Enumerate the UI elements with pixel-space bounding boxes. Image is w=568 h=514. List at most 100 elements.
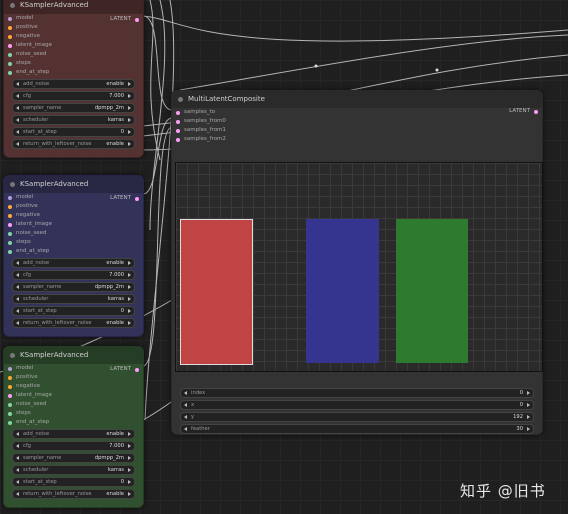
decrement-arrow-icon[interactable] xyxy=(184,415,187,419)
decrement-arrow-icon[interactable] xyxy=(16,82,19,86)
input-slot-model[interactable]: model xyxy=(4,14,143,23)
input-slot-negative[interactable]: negative xyxy=(4,211,143,220)
widget-add-noise[interactable]: add_noise enable xyxy=(12,258,135,268)
slot-dot-icon[interactable] xyxy=(8,366,12,371)
input-slot-noise-seed[interactable]: noise_seed xyxy=(4,229,143,238)
decrement-arrow-icon[interactable] xyxy=(184,427,187,431)
decrement-arrow-icon[interactable] xyxy=(16,321,19,325)
decrement-arrow-icon[interactable] xyxy=(16,118,19,122)
widget-add-noise[interactable]: add_noise enable xyxy=(12,429,135,439)
increment-arrow-icon[interactable] xyxy=(128,94,131,98)
slot-dot-icon[interactable] xyxy=(8,52,12,57)
slot-dot-icon[interactable] xyxy=(8,375,12,380)
input-slot-noise-seed[interactable]: noise_seed xyxy=(4,400,143,409)
widget-sampler-name[interactable]: sampler_name dpmpp_2m xyxy=(12,453,135,463)
decrement-arrow-icon[interactable] xyxy=(16,456,19,460)
widget-feather[interactable]: feather 30 xyxy=(180,424,534,434)
input-slot-negative[interactable]: negative xyxy=(4,382,143,391)
node-title[interactable]: KSamplerAdvanced xyxy=(4,0,143,14)
slot-dot-icon[interactable] xyxy=(8,25,12,30)
decrement-arrow-icon[interactable] xyxy=(16,468,19,472)
slot-dot-icon[interactable] xyxy=(8,411,12,416)
increment-arrow-icon[interactable] xyxy=(128,261,131,265)
input-slot-model[interactable]: model xyxy=(4,364,143,373)
slot-dot-icon[interactable] xyxy=(8,34,12,39)
decrement-arrow-icon[interactable] xyxy=(16,94,19,98)
input-slot-samples-from2[interactable]: samples_from2 xyxy=(172,135,542,144)
decrement-arrow-icon[interactable] xyxy=(16,309,19,313)
input-slot-steps[interactable]: steps xyxy=(4,59,143,68)
collapse-dot-icon[interactable] xyxy=(178,97,183,102)
input-slot-samples-to[interactable]: samples_to xyxy=(172,108,542,117)
input-slot-positive[interactable]: positive xyxy=(4,23,143,32)
slot-dot-icon[interactable] xyxy=(8,43,12,48)
collapse-dot-icon[interactable] xyxy=(10,182,15,187)
ksampler-red-node[interactable]: KSamplerAdvanced LATENT model positive neg… xyxy=(3,0,144,158)
slot-dot-icon[interactable] xyxy=(8,402,12,407)
widget-add-noise[interactable]: add_noise enable xyxy=(12,79,135,89)
increment-arrow-icon[interactable] xyxy=(527,403,530,407)
node-title[interactable]: MultiLatentComposite xyxy=(172,91,542,108)
decrement-arrow-icon[interactable] xyxy=(16,432,19,436)
input-slot-steps[interactable]: steps xyxy=(4,238,143,247)
decrement-arrow-icon[interactable] xyxy=(16,285,19,289)
slot-dot-icon[interactable] xyxy=(8,240,12,245)
increment-arrow-icon[interactable] xyxy=(128,142,131,146)
input-slot-samples-from1[interactable]: samples_from1 xyxy=(172,126,542,135)
increment-arrow-icon[interactable] xyxy=(128,444,131,448)
increment-arrow-icon[interactable] xyxy=(128,456,131,460)
input-slot-noise-seed[interactable]: noise_seed xyxy=(4,50,143,59)
input-slot-latent-image[interactable]: latent_image xyxy=(4,220,143,229)
decrement-arrow-icon[interactable] xyxy=(184,403,187,407)
input-slot-positive[interactable]: positive xyxy=(4,202,143,211)
decrement-arrow-icon[interactable] xyxy=(16,142,19,146)
increment-arrow-icon[interactable] xyxy=(128,321,131,325)
increment-arrow-icon[interactable] xyxy=(128,118,131,122)
input-slot-model[interactable]: model xyxy=(4,193,143,202)
slot-dot-icon[interactable] xyxy=(8,213,12,218)
widget-start-at-step[interactable]: start_at_step 0 xyxy=(12,127,135,137)
input-slot-samples-from0[interactable]: samples_from0 xyxy=(172,117,542,126)
slot-dot-icon[interactable] xyxy=(8,249,12,254)
node-title[interactable]: KSamplerAdvanced xyxy=(4,176,143,193)
decrement-arrow-icon[interactable] xyxy=(16,273,19,277)
slot-dot-icon[interactable] xyxy=(176,119,180,124)
widget-y[interactable]: y 192 xyxy=(180,412,534,422)
decrement-arrow-icon[interactable] xyxy=(184,391,187,395)
node-title[interactable]: KSamplerAdvanced xyxy=(4,347,143,364)
input-slot-end-at-step[interactable]: end_at_step xyxy=(4,247,143,256)
slot-dot-icon[interactable] xyxy=(8,61,12,66)
widget-start-at-step[interactable]: start_at_step 0 xyxy=(12,477,135,487)
slot-dot-icon[interactable] xyxy=(8,393,12,398)
decrement-arrow-icon[interactable] xyxy=(16,492,19,496)
increment-arrow-icon[interactable] xyxy=(128,273,131,277)
ksampler-blue-node[interactable]: KSamplerAdvanced LATENT model positive neg… xyxy=(3,175,144,337)
slot-dot-icon[interactable] xyxy=(176,137,180,142)
widget-return-with-leftover-noise[interactable]: return_with_leftover_noise enable xyxy=(12,489,135,499)
increment-arrow-icon[interactable] xyxy=(128,106,131,110)
decrement-arrow-icon[interactable] xyxy=(16,297,19,301)
widget-start-at-step[interactable]: start_at_step 0 xyxy=(12,306,135,316)
input-slot-latent-image[interactable]: latent_image xyxy=(4,41,143,50)
slot-dot-icon[interactable] xyxy=(8,16,12,21)
widget-scheduler[interactable]: scheduler karras xyxy=(12,465,135,475)
increment-arrow-icon[interactable] xyxy=(128,285,131,289)
decrement-arrow-icon[interactable] xyxy=(16,106,19,110)
increment-arrow-icon[interactable] xyxy=(128,468,131,472)
slot-dot-icon[interactable] xyxy=(8,420,12,425)
widget-sampler-name[interactable]: sampler_name dpmpp_2m xyxy=(12,282,135,292)
widget-index[interactable]: index 0 xyxy=(180,388,534,398)
ksampler-green-node[interactable]: KSamplerAdvanced LATENT model positive neg… xyxy=(3,346,144,508)
widget-scheduler[interactable]: scheduler karras xyxy=(12,115,135,125)
widget-cfg[interactable]: cfg 7.000 xyxy=(12,91,135,101)
input-slot-positive[interactable]: positive xyxy=(4,373,143,382)
slot-dot-icon[interactable] xyxy=(8,204,12,209)
decrement-arrow-icon[interactable] xyxy=(16,480,19,484)
increment-arrow-icon[interactable] xyxy=(527,391,530,395)
increment-arrow-icon[interactable] xyxy=(527,415,530,419)
increment-arrow-icon[interactable] xyxy=(128,480,131,484)
input-slot-negative[interactable]: negative xyxy=(4,32,143,41)
input-slot-steps[interactable]: steps xyxy=(4,409,143,418)
widget-sampler-name[interactable]: sampler_name dpmpp_2m xyxy=(12,103,135,113)
widget-return-with-leftover-noise[interactable]: return_with_leftover_noise enable xyxy=(12,318,135,328)
